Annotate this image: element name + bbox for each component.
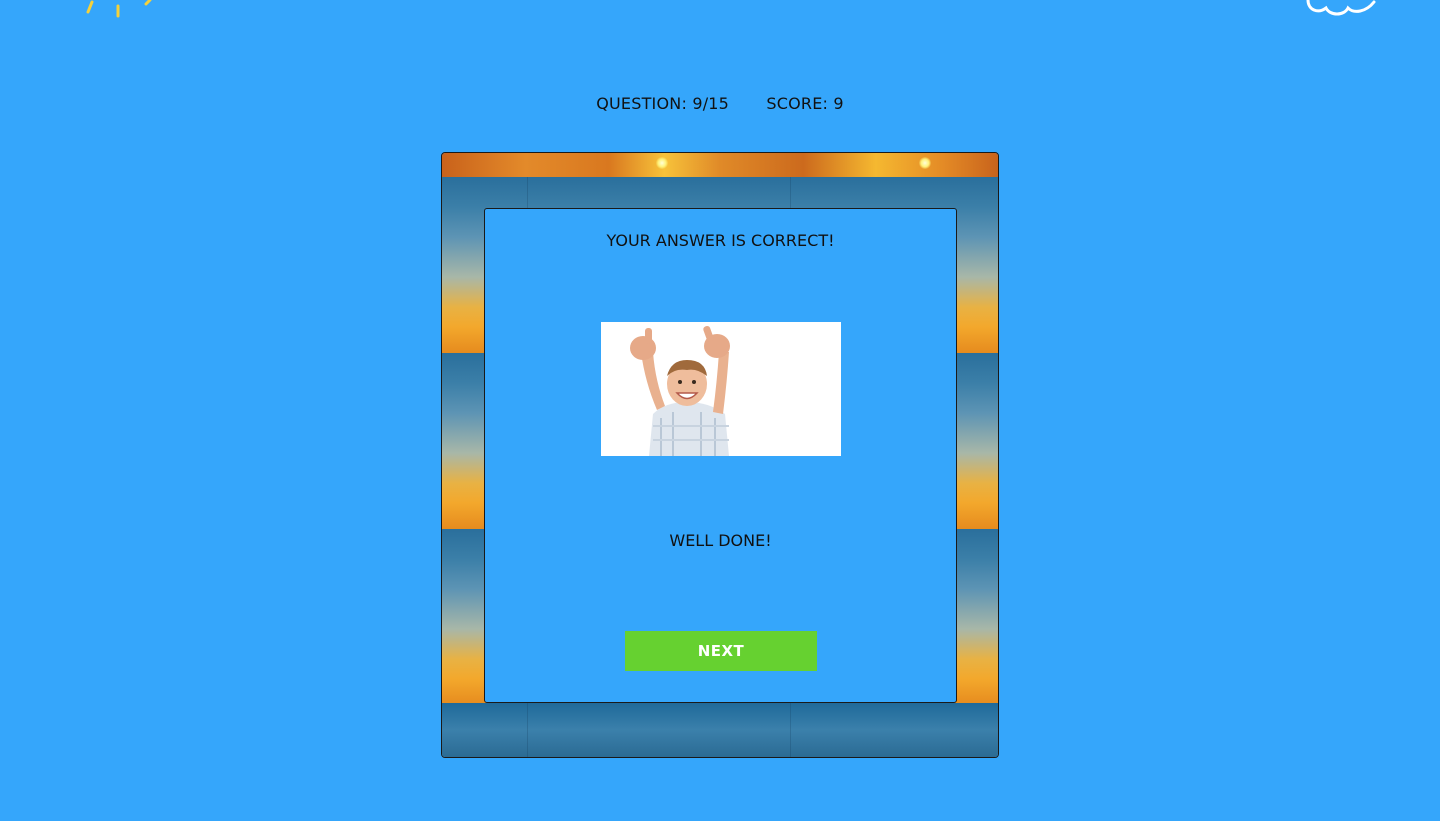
thumbs-up-child-illustration bbox=[601, 322, 841, 456]
question-counter: QUESTION: 9/15 bbox=[596, 94, 730, 113]
sun-glow-icon bbox=[656, 157, 668, 169]
result-title: YOUR ANSWER IS CORRECT! bbox=[606, 231, 835, 250]
thumbs-up-child-image bbox=[601, 322, 841, 456]
score-counter: SCORE: 9 bbox=[766, 94, 844, 113]
result-panel: YOUR ANSWER IS CORRECT! WELL DONE! NEXT bbox=[484, 208, 957, 703]
sun-icon bbox=[86, 0, 152, 18]
frame-bottom-strip bbox=[442, 703, 998, 757]
quiz-page: QUESTION: 9/15 SCORE: 9 YOUR ANSWER IS C… bbox=[0, 0, 1440, 821]
quiz-status-bar: QUESTION: 9/15 SCORE: 9 bbox=[0, 94, 1440, 113]
frame-top-strip bbox=[442, 153, 998, 177]
result-frame: YOUR ANSWER IS CORRECT! WELL DONE! NEXT bbox=[441, 152, 999, 758]
next-button[interactable]: NEXT bbox=[625, 631, 817, 671]
sun-glow-icon bbox=[919, 157, 931, 169]
cloud-icon bbox=[1306, 0, 1376, 16]
well-done-message: WELL DONE! bbox=[669, 531, 772, 550]
